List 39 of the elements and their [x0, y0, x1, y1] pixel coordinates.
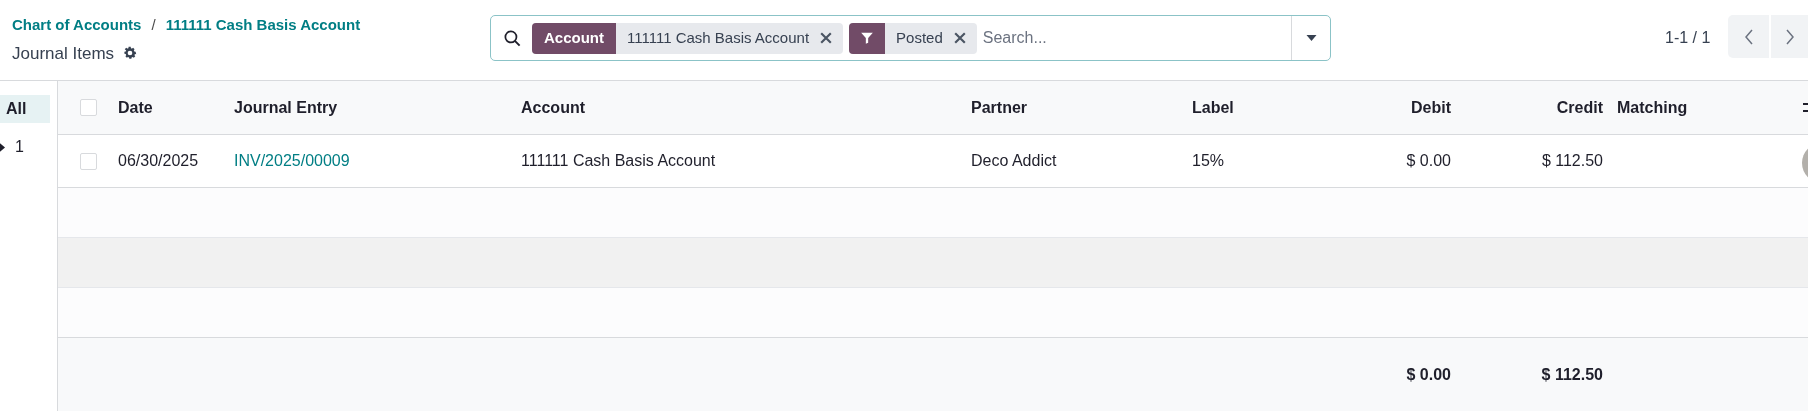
column-header[interactable]: Date [118, 95, 234, 120]
column-header[interactable]: Debit [1320, 95, 1460, 120]
checkbox[interactable] [80, 99, 97, 116]
close-icon[interactable] [820, 32, 833, 44]
table-cell-text: Deco Addict [971, 151, 1058, 171]
total-cell-text: $ 112.50 [1540, 364, 1604, 385]
sidebar-item[interactable]: All [0, 95, 50, 123]
total-cell-text: $ 0.00 [1405, 364, 1452, 385]
search-bar[interactable]: Account 111111 Cash Basis Account Posted Search... [490, 15, 1331, 61]
facet-label: Account [532, 22, 616, 54]
breadcrumb-link[interactable]: 111111 Cash Basis Account [165, 14, 361, 37]
column-header[interactable]: Credit [1460, 95, 1612, 120]
caret-icon [1305, 35, 1317, 41]
pager-value: 1-1 / 1 [1665, 28, 1711, 48]
entry-link[interactable]: INV/2025/00009 [234, 149, 521, 173]
column-header[interactable]: Label [1192, 95, 1320, 120]
chevron-right-icon [1784, 28, 1795, 45]
close-icon[interactable] [953, 32, 966, 44]
gear-icon[interactable] [122, 45, 139, 62]
checkbox[interactable] [80, 152, 97, 170]
chevron-left-icon [1743, 28, 1754, 45]
column-header[interactable]: Partner [971, 95, 1192, 120]
facet-value: 111111 Cash Basis Account [626, 27, 811, 48]
facet-value: Posted [895, 27, 944, 48]
search-field[interactable]: Search... [982, 16, 1291, 60]
table-cell-text: 15% [1192, 151, 1226, 171]
column-header[interactable]: Account [521, 95, 971, 120]
column-header[interactable]: Matching [1612, 95, 1780, 120]
table-cell-text: 111111 Cash Basis Account [521, 151, 717, 171]
filter-icon [860, 31, 875, 45]
breadcrumb-separator: / [151, 15, 156, 35]
page-title: Journal Items [12, 42, 115, 65]
sidebar-item[interactable]: 1 [0, 133, 50, 161]
table-cell-text: 06/30/2025 [118, 151, 200, 171]
search-icon[interactable] [503, 28, 522, 48]
breadcrumb-link[interactable]: Chart of Accounts [12, 14, 142, 37]
table-cell-text: $ 0.00 [1405, 151, 1452, 171]
table-cell-text: $ 112.50 [1540, 151, 1604, 171]
column-header[interactable]: Journal Entry [234, 95, 521, 120]
